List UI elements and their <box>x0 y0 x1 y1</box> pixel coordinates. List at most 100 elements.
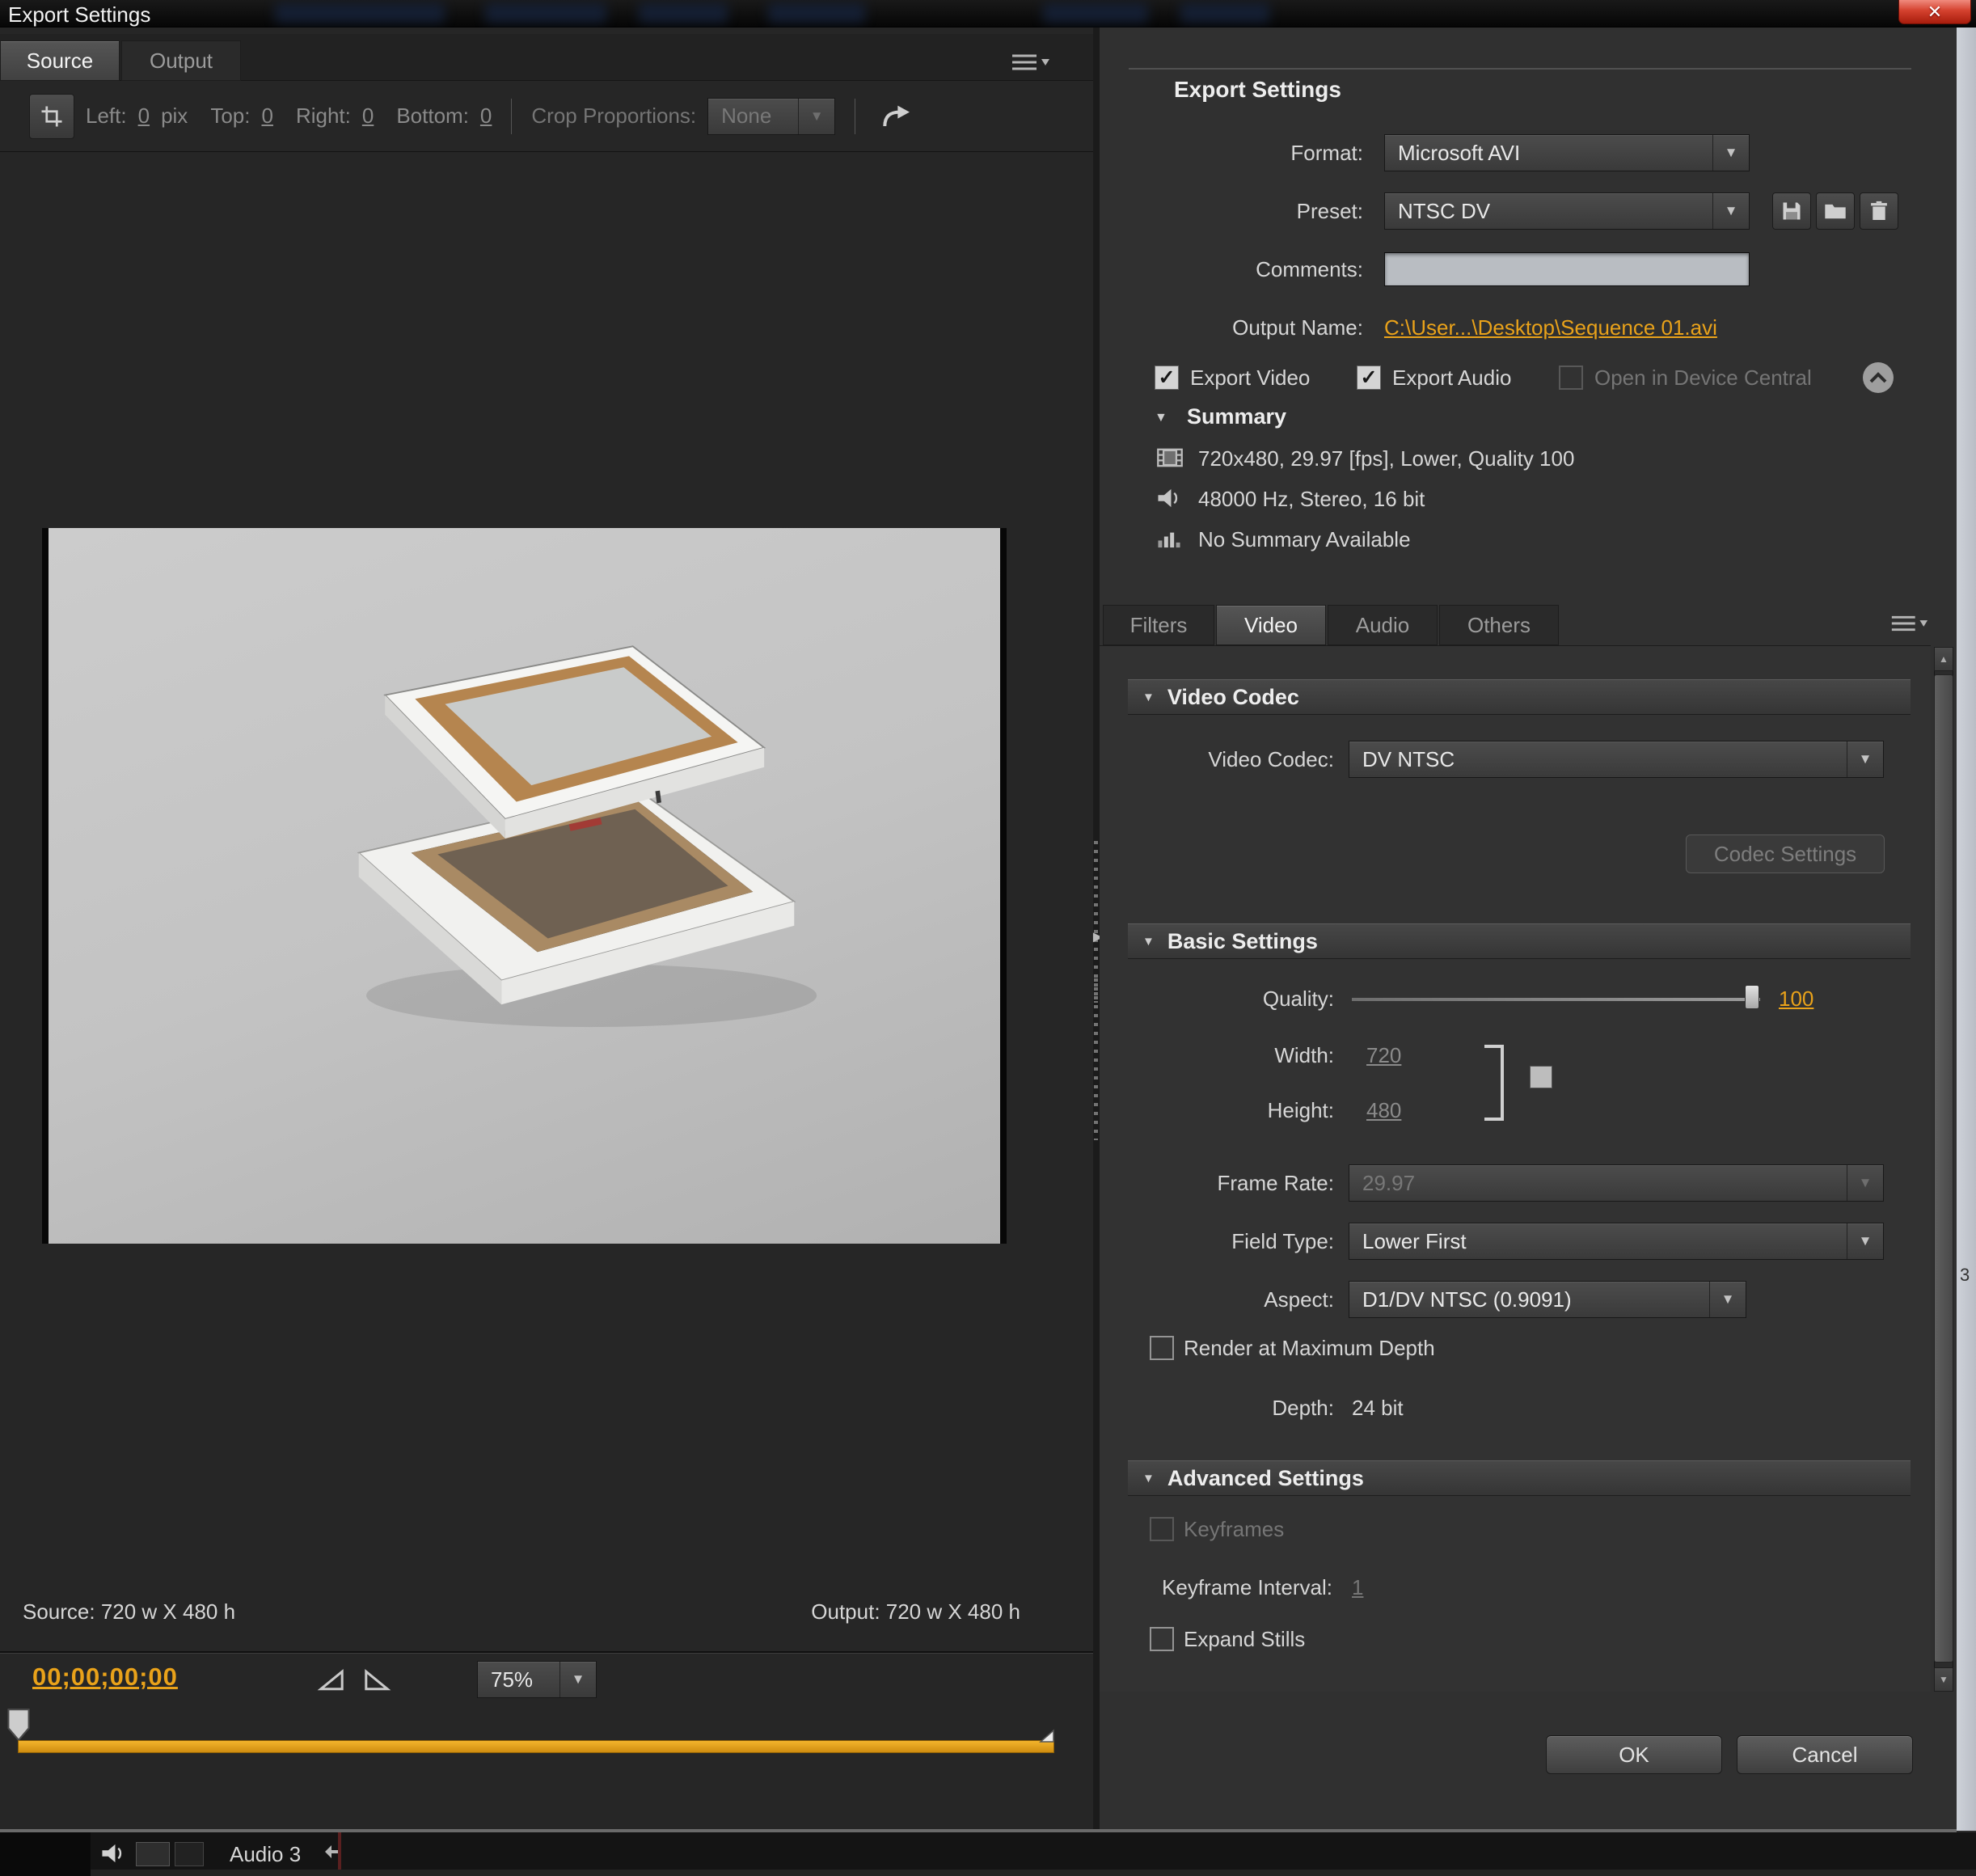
expand-stills-label: Expand Stills <box>1184 1627 1305 1652</box>
crop-top-value[interactable]: 0 <box>261 104 272 129</box>
field-type-dropdown[interactable]: Lower First ▼ <box>1349 1223 1884 1260</box>
quality-value[interactable]: 100 <box>1779 987 1813 1012</box>
check-icon: ✓ <box>1361 365 1378 390</box>
summary-collapse-icon[interactable]: ▼ <box>1155 411 1167 425</box>
tab-filters[interactable]: Filters <box>1103 605 1214 645</box>
keyframe-interval-label: Keyframe Interval: <box>1100 1575 1332 1600</box>
tab-video-label: Video <box>1244 613 1298 638</box>
crop-button[interactable] <box>29 94 74 139</box>
quality-slider-handle[interactable] <box>1745 985 1759 1009</box>
depth-value: 24 bit <box>1352 1396 1404 1421</box>
crop-proportions-value: None <box>721 104 771 129</box>
constrain-proportions-checkbox[interactable] <box>1530 1066 1552 1088</box>
aspect-label: Aspect: <box>1124 1287 1334 1312</box>
advanced-settings-section-header[interactable]: ▼ Advanced Settings <box>1128 1460 1911 1496</box>
mark-in-icon[interactable] <box>317 1667 346 1697</box>
summary-video-line: 720x480, 29.97 [fps], Lower, Quality 100 <box>1198 446 1574 471</box>
background-window-blur <box>1180 3 1269 23</box>
basic-settings-section-header[interactable]: ▼ Basic Settings <box>1128 923 1911 959</box>
crop-right-value[interactable]: 0 <box>362 104 374 129</box>
caret-down-icon: ▼ <box>1847 742 1883 777</box>
background-strip-text: 3 <box>1960 1265 1970 1286</box>
tab-menu-icon[interactable] <box>1889 611 1929 640</box>
zoom-level-value: 75% <box>491 1667 533 1692</box>
import-preset-button[interactable] <box>1816 192 1855 230</box>
export-frame-button[interactable] <box>875 95 918 138</box>
output-name-label: Output Name: <box>1116 315 1363 340</box>
track-output-toggle[interactable] <box>136 1842 170 1866</box>
divider-grip[interactable] <box>1094 978 1098 1140</box>
close-button[interactable]: ✕ <box>1898 0 1971 24</box>
caret-down-icon: ▼ <box>559 1662 596 1697</box>
field-type-label: Field Type: <box>1124 1229 1334 1254</box>
save-icon <box>1780 200 1803 222</box>
tab-output[interactable]: Output <box>121 40 241 81</box>
quality-slider-track[interactable] <box>1352 998 1760 1001</box>
output-name-link[interactable]: C:\User...\Desktop\Sequence 01.avi <box>1384 315 1717 340</box>
section-collapse-icon: ▼ <box>1142 935 1155 949</box>
zoom-level-dropdown[interactable]: 75% ▼ <box>477 1661 597 1698</box>
quality-label: Quality: <box>1124 987 1334 1012</box>
keyframes-label: Keyframes <box>1184 1517 1284 1542</box>
export-video-checkbox[interactable]: ✓ <box>1155 365 1179 390</box>
caret-down-icon: ▼ <box>1847 1165 1883 1201</box>
output-dimensions: Output: 720 w X 480 h <box>647 1599 1020 1625</box>
tab-filters-label: Filters <box>1130 613 1188 638</box>
format-dropdown[interactable]: Microsoft AVI ▼ <box>1384 134 1750 171</box>
tab-video[interactable]: Video <box>1216 605 1326 645</box>
speaker-icon[interactable] <box>100 1842 126 1869</box>
timecode-display[interactable]: 00;00;00;00 <box>32 1663 178 1692</box>
video-codec-dropdown[interactable]: DV NTSC ▼ <box>1349 741 1884 778</box>
delete-preset-button[interactable] <box>1860 192 1898 230</box>
video-codec-label: Video Codec: <box>1124 747 1334 772</box>
scrollbar-thumb[interactable] <box>1934 674 1953 1663</box>
tab-audio[interactable]: Audio <box>1328 605 1438 645</box>
constrain-link-bracket <box>1484 1045 1504 1121</box>
frame-rate-dropdown[interactable]: 29.97 ▼ <box>1349 1164 1884 1202</box>
tab-audio-label: Audio <box>1356 613 1410 638</box>
device-central-checkbox[interactable] <box>1559 365 1583 390</box>
crop-bottom-value[interactable]: 0 <box>480 104 492 129</box>
crop-left-value[interactable]: 0 <box>138 104 150 129</box>
preset-dropdown[interactable]: NTSC DV ▼ <box>1384 192 1750 230</box>
comments-input[interactable] <box>1384 252 1750 286</box>
preview-image <box>42 528 1007 1244</box>
summary-header: Summary <box>1187 404 1286 429</box>
crop-toolbar: Left: 0 pix Top: 0 Right: 0 Bottom: 0 Cr… <box>0 81 1093 152</box>
background-desktop-strip: 3 <box>1957 27 1976 1831</box>
title-bar: Export Settings <box>0 0 1976 27</box>
caret-down-icon: ▼ <box>1712 135 1749 171</box>
render-max-depth-checkbox[interactable] <box>1150 1336 1174 1360</box>
scroll-up-button[interactable]: ▲ <box>1934 647 1953 671</box>
save-preset-button[interactable] <box>1772 192 1811 230</box>
background-timeline-strip: Audio 3 <box>0 1832 1976 1876</box>
width-value[interactable]: 720 <box>1366 1043 1401 1068</box>
crop-proportions-dropdown[interactable]: None ▼ <box>707 98 835 135</box>
export-audio-checkbox[interactable]: ✓ <box>1357 365 1381 390</box>
keyframe-interval-value[interactable]: 1 <box>1352 1575 1363 1600</box>
aspect-dropdown[interactable]: D1/DV NTSC (0.9091) ▼ <box>1349 1281 1746 1318</box>
scroll-down-button[interactable]: ▼ <box>1934 1667 1953 1692</box>
panel-menu-icon[interactable] <box>1009 50 1051 74</box>
audio-track-label: Audio 3 <box>230 1842 301 1867</box>
background-window-blur <box>1043 3 1148 23</box>
codec-settings-label: Codec Settings <box>1714 842 1856 867</box>
tab-others[interactable]: Others <box>1439 605 1559 645</box>
expand-stills-checkbox[interactable] <box>1150 1627 1174 1651</box>
tab-source[interactable]: Source <box>0 40 120 81</box>
background-window-blur <box>639 3 728 23</box>
track-lock-toggle[interactable] <box>175 1842 204 1866</box>
background-window-blur <box>485 3 606 23</box>
codec-settings-button[interactable]: Codec Settings <box>1686 834 1885 873</box>
height-value[interactable]: 480 <box>1366 1098 1401 1123</box>
export-settings-dialog: Export Settings ✕ Source Output Left: 0 … <box>0 0 1976 1876</box>
cancel-button[interactable]: Cancel <box>1737 1735 1913 1774</box>
ok-button[interactable]: OK <box>1546 1735 1722 1774</box>
collapse-panel-button[interactable] <box>1860 359 1897 400</box>
video-codec-section-header[interactable]: ▼ Video Codec <box>1128 679 1911 715</box>
keyframes-checkbox[interactable] <box>1150 1517 1174 1541</box>
timeline-work-area-bar[interactable] <box>18 1740 1054 1753</box>
basic-settings-section-label: Basic Settings <box>1167 929 1318 954</box>
work-area-end-marker[interactable] <box>1038 1729 1056 1747</box>
mark-out-icon[interactable] <box>362 1667 391 1697</box>
